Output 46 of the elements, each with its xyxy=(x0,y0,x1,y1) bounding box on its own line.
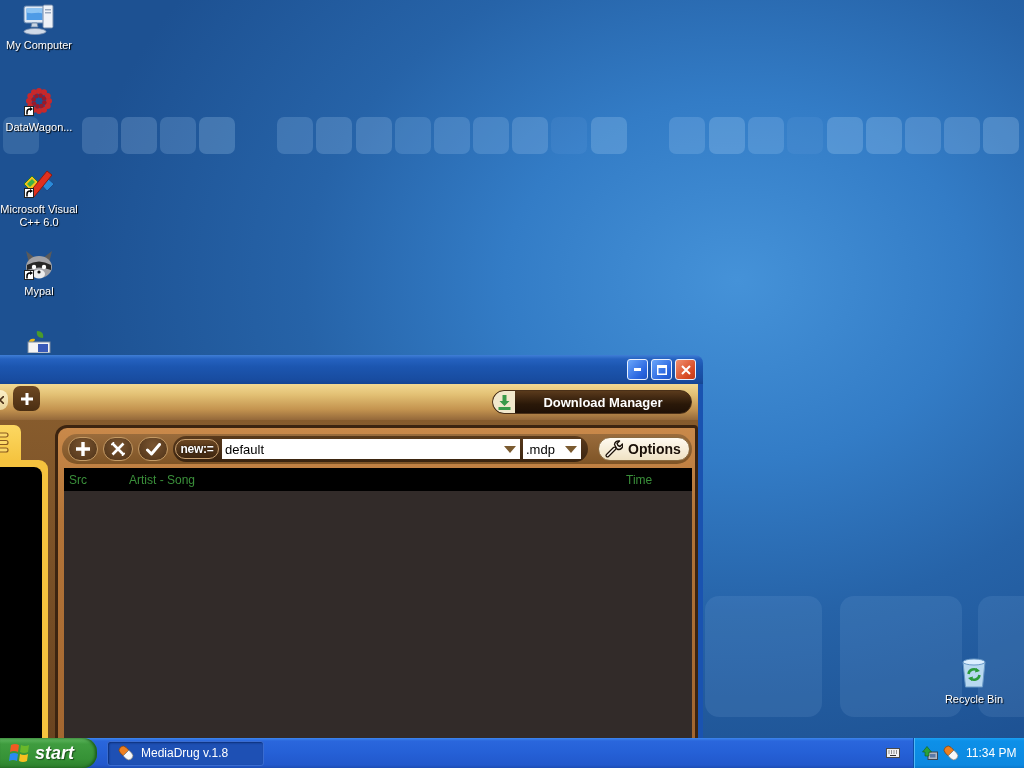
remove-button[interactable] xyxy=(103,437,133,461)
start-button[interactable]: start xyxy=(0,738,97,768)
cross-icon xyxy=(111,442,125,456)
caret-icon xyxy=(504,445,516,453)
wrench-icon xyxy=(605,440,623,458)
pill-icon[interactable] xyxy=(942,744,960,762)
maximize-icon xyxy=(656,364,667,375)
flag-icon xyxy=(8,743,30,763)
computer-icon xyxy=(23,3,55,35)
minimize-button[interactable] xyxy=(627,359,648,380)
monitor-arrow-icon[interactable] xyxy=(922,745,938,761)
column-header: Src xyxy=(69,472,88,487)
close-icon xyxy=(0,396,4,404)
desktop-icon[interactable]: Microsoft Visual C++ 6.0 xyxy=(0,167,78,229)
download-icon xyxy=(493,391,515,413)
plus-icon xyxy=(76,442,90,456)
minimize-icon xyxy=(634,368,641,371)
check-icon xyxy=(145,442,161,456)
desktop-icon[interactable]: My Computer xyxy=(6,3,72,52)
playlist-dropdown[interactable]: default xyxy=(222,439,520,459)
taskbar-button[interactable]: MediaDrug v.1.8 xyxy=(107,740,264,766)
caret-icon xyxy=(565,445,577,453)
side-tab[interactable] xyxy=(0,425,21,460)
keyboard-icon[interactable] xyxy=(886,748,900,758)
raccoon-icon xyxy=(23,249,55,281)
download-manager-button[interactable]: Download Manager xyxy=(492,390,692,414)
desktop-icon[interactable]: DataWagon... xyxy=(5,85,73,134)
plus-icon xyxy=(20,392,33,405)
add-button[interactable] xyxy=(68,437,98,461)
menu-icon xyxy=(0,432,10,453)
maximize-button[interactable] xyxy=(651,359,672,380)
check-button[interactable] xyxy=(138,437,168,461)
desktop-icon[interactable]: Recycle Bin xyxy=(944,657,1003,706)
extension-dropdown[interactable]: .mdp xyxy=(523,439,581,459)
options-button[interactable]: Options xyxy=(598,437,690,461)
new-tab-button[interactable] xyxy=(13,386,40,411)
column-header: Time xyxy=(626,472,654,487)
desktop-icon[interactable]: Mypal xyxy=(23,249,55,298)
dotted-flower-icon xyxy=(23,85,55,117)
close-icon xyxy=(680,364,691,375)
pill-icon xyxy=(117,744,135,762)
close-button[interactable] xyxy=(675,359,696,380)
clock: 11:34 PM xyxy=(966,746,1017,760)
new-playlist-button[interactable]: new:= xyxy=(175,439,219,459)
tab[interactable] xyxy=(0,390,8,410)
column-header: Artist - Song xyxy=(129,472,197,487)
